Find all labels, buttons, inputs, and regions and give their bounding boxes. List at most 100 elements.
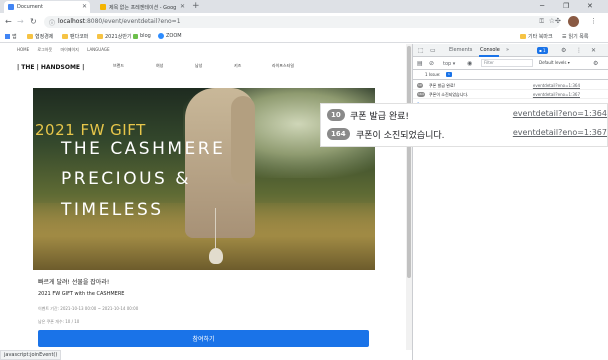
folder-icon — [62, 34, 68, 39]
devtools-tabs: ⬚ ▭ Elements Console » ▪ 1 ⚙ ⋮ ✕ — [413, 44, 608, 57]
url-text[interactable]: localhost:8080/event/eventdetail?eno=1 — [58, 18, 181, 25]
eye-icon[interactable]: ◉ — [467, 60, 472, 68]
gnb-men[interactable]: 남성 — [195, 63, 202, 69]
back-icon[interactable]: ← — [5, 16, 12, 27]
tab-title: Document — [17, 4, 43, 10]
bookmarks-bar: 앱 협정경제 팬다코퍼 2021상반기 blog ZOOM 기타 북마크 ☰ 읽기… — [0, 31, 608, 43]
log-message: 쿠폰 발급 완료! — [429, 83, 456, 88]
settings-icon[interactable]: ⚙ — [561, 47, 566, 55]
minimize-icon[interactable]: ─ — [540, 1, 544, 11]
repeat-count-badge: 10 — [417, 83, 423, 88]
info-icon[interactable]: ⓘ — [49, 18, 55, 27]
callout-row: 164 쿠폰이 소진되었습니다. eventdetail?eno=1:367 — [327, 125, 607, 143]
event-period: 이벤트 기간: 2021-10-13 00:00 ~ 2021-10-14 00… — [38, 306, 139, 311]
forward-icon[interactable]: → — [17, 16, 24, 27]
console-zoom-callout: 10 쿠폰 발급 완료! eventdetail?eno=1:364 164 쿠… — [320, 103, 608, 147]
address-bar[interactable]: ⓘ localhost:8080/event/eventdetail?eno=1… — [44, 16, 560, 28]
topmenu-home[interactable]: HOME — [17, 47, 29, 52]
repeat-count-badge: 164 — [417, 92, 425, 97]
issues-bar[interactable]: 1 Issue: 1 — [413, 70, 608, 80]
folder-icon — [520, 34, 526, 39]
close-devtools-icon[interactable]: ✕ — [591, 47, 596, 55]
more-options-icon[interactable]: ⋮ — [576, 47, 582, 55]
log-source-link[interactable]: eventdetail?eno=1:367 — [533, 92, 580, 97]
event-headline: 빠르게 달려! 선물을 잡아라! — [38, 279, 110, 286]
issue-count: 1 — [446, 72, 452, 77]
reading-list[interactable]: ☰ 읽기 목록 — [562, 33, 588, 41]
coupon-remaining: 남은 쿠폰 개수: 10 / 10 — [38, 319, 80, 324]
folder-icon — [27, 34, 33, 39]
globe-icon — [8, 4, 14, 10]
console-settings-icon[interactable]: ⚙ — [593, 60, 598, 68]
maximize-icon[interactable]: ❐ — [563, 1, 569, 11]
repeat-count-badge: 164 — [327, 128, 350, 140]
context-select[interactable]: top ▾ — [443, 60, 455, 68]
clear-console-icon[interactable]: ⊘ — [429, 60, 434, 68]
log-message: 쿠폰 발급 완료! — [350, 112, 410, 122]
gnb-brand[interactable]: 브랜드 — [113, 63, 124, 69]
devtools-panel: ⬚ ▭ Elements Console » ▪ 1 ⚙ ⋮ ✕ ▤ ⊘ top… — [412, 44, 608, 360]
close-icon[interactable]: ✕ — [180, 3, 185, 10]
message-icon: ▪ — [539, 48, 542, 53]
topmenu-language[interactable]: LANGUAGE — [87, 47, 109, 52]
device-toolbar-icon[interactable]: ▭ — [430, 47, 436, 55]
log-levels-dropdown[interactable]: Default levels ▾ — [539, 60, 570, 65]
bookmark-folder[interactable]: 협정경제 — [27, 33, 53, 40]
bookmark-blog[interactable]: blog — [133, 33, 151, 39]
sidebar-toggle-icon[interactable]: ▤ — [417, 60, 423, 68]
site-logo[interactable]: | THE | HANDSOME | — [17, 64, 84, 71]
console-log-row: 10 쿠폰 발급 완료! eventdetail?eno=1:364 — [413, 81, 608, 90]
menu-icon[interactable]: ⋮ — [590, 16, 597, 27]
gnb-lifestyle[interactable]: 라이프스타일 — [272, 63, 294, 69]
topmenu-logout[interactable]: 로그아웃 — [37, 47, 52, 52]
slides-icon — [100, 4, 106, 10]
tab-console[interactable]: Console — [480, 47, 500, 53]
window-close-icon[interactable]: ✕ — [587, 1, 593, 11]
reload-icon[interactable]: ↻ — [30, 16, 37, 27]
console-toolbar: ▤ ⊘ top ▾ ◉ Filter Default levels ▾ ⚙ — [413, 57, 608, 70]
banner-gift-title: 2021 FW GIFT — [35, 121, 146, 139]
log-source-link[interactable]: eventdetail?eno=1:364 — [513, 109, 607, 118]
extensions-icon[interactable]: ✣ — [555, 16, 561, 27]
zoom-icon — [158, 33, 164, 39]
more-tabs-button[interactable]: » — [506, 47, 509, 53]
log-message: 쿠폰이 소진되었습니다. — [356, 131, 445, 141]
key-icon[interactable]: ⚿ — [539, 18, 544, 26]
apps-icon — [5, 34, 10, 39]
bookmark-apps[interactable]: 앱 — [5, 33, 17, 40]
close-icon[interactable]: ✕ — [82, 3, 87, 10]
bookmark-folder[interactable]: 2021상반기 — [97, 33, 132, 40]
bookmark-folder[interactable]: 팬다코퍼 — [62, 33, 88, 40]
bookmark-zoom[interactable]: ZOOM — [158, 33, 182, 39]
log-source-link[interactable]: eventdetail?eno=1:367 — [513, 128, 607, 137]
blog-icon — [133, 33, 138, 39]
log-message: 쿠폰이 소진되었습니다. — [429, 92, 469, 97]
callout-row: 10 쿠폰 발급 완료! eventdetail?eno=1:364 — [327, 106, 607, 124]
banner-line: THE CASHMERE — [61, 139, 226, 159]
inspect-icon[interactable]: ⬚ — [418, 47, 424, 55]
topmenu-mypage[interactable]: 마이페이지 — [60, 47, 78, 52]
bag-figure — [209, 248, 223, 264]
gnb-kids[interactable]: 키즈 — [234, 63, 241, 69]
tab-elements[interactable]: Elements — [449, 47, 472, 53]
scroll-thumb[interactable] — [407, 46, 411, 278]
bookmark-other[interactable]: 기타 북마크 — [520, 33, 553, 40]
reading-list-icon: ☰ — [562, 33, 567, 40]
issues-badge[interactable]: ▪ 1 — [537, 47, 548, 54]
folder-icon — [97, 34, 103, 39]
web-page: HOME 로그아웃 마이페이지 LANGUAGE | THE | HANDSOM… — [0, 44, 406, 350]
event-subtitle: 2021 FW GIFT with the CASHMERE — [38, 291, 125, 297]
repeat-count-badge: 10 — [327, 109, 345, 121]
log-source-link[interactable]: eventdetail?eno=1:364 — [533, 83, 580, 88]
tab-presentation[interactable]: 제목 없는 프레젠테이션 - Goog ✕ — [96, 1, 188, 13]
banner-line: PRECIOUS & — [61, 169, 191, 189]
tab-document[interactable]: Document ✕ — [4, 1, 90, 13]
console-log-row: 164 쿠폰이 소진되었습니다. eventdetail?eno=1:367 — [413, 90, 608, 99]
console-filter-input[interactable]: Filter — [481, 59, 533, 67]
new-tab-button[interactable]: + — [192, 1, 200, 12]
avatar[interactable] — [568, 16, 579, 27]
gnb-women[interactable]: 여성 — [156, 63, 163, 69]
browser-toolbar: ← → ↻ ⓘ localhost:8080/event/eventdetail… — [0, 13, 608, 31]
status-bar: javascript:joinEvent() — [0, 350, 62, 360]
join-event-button[interactable]: 참여하기 — [38, 330, 369, 347]
